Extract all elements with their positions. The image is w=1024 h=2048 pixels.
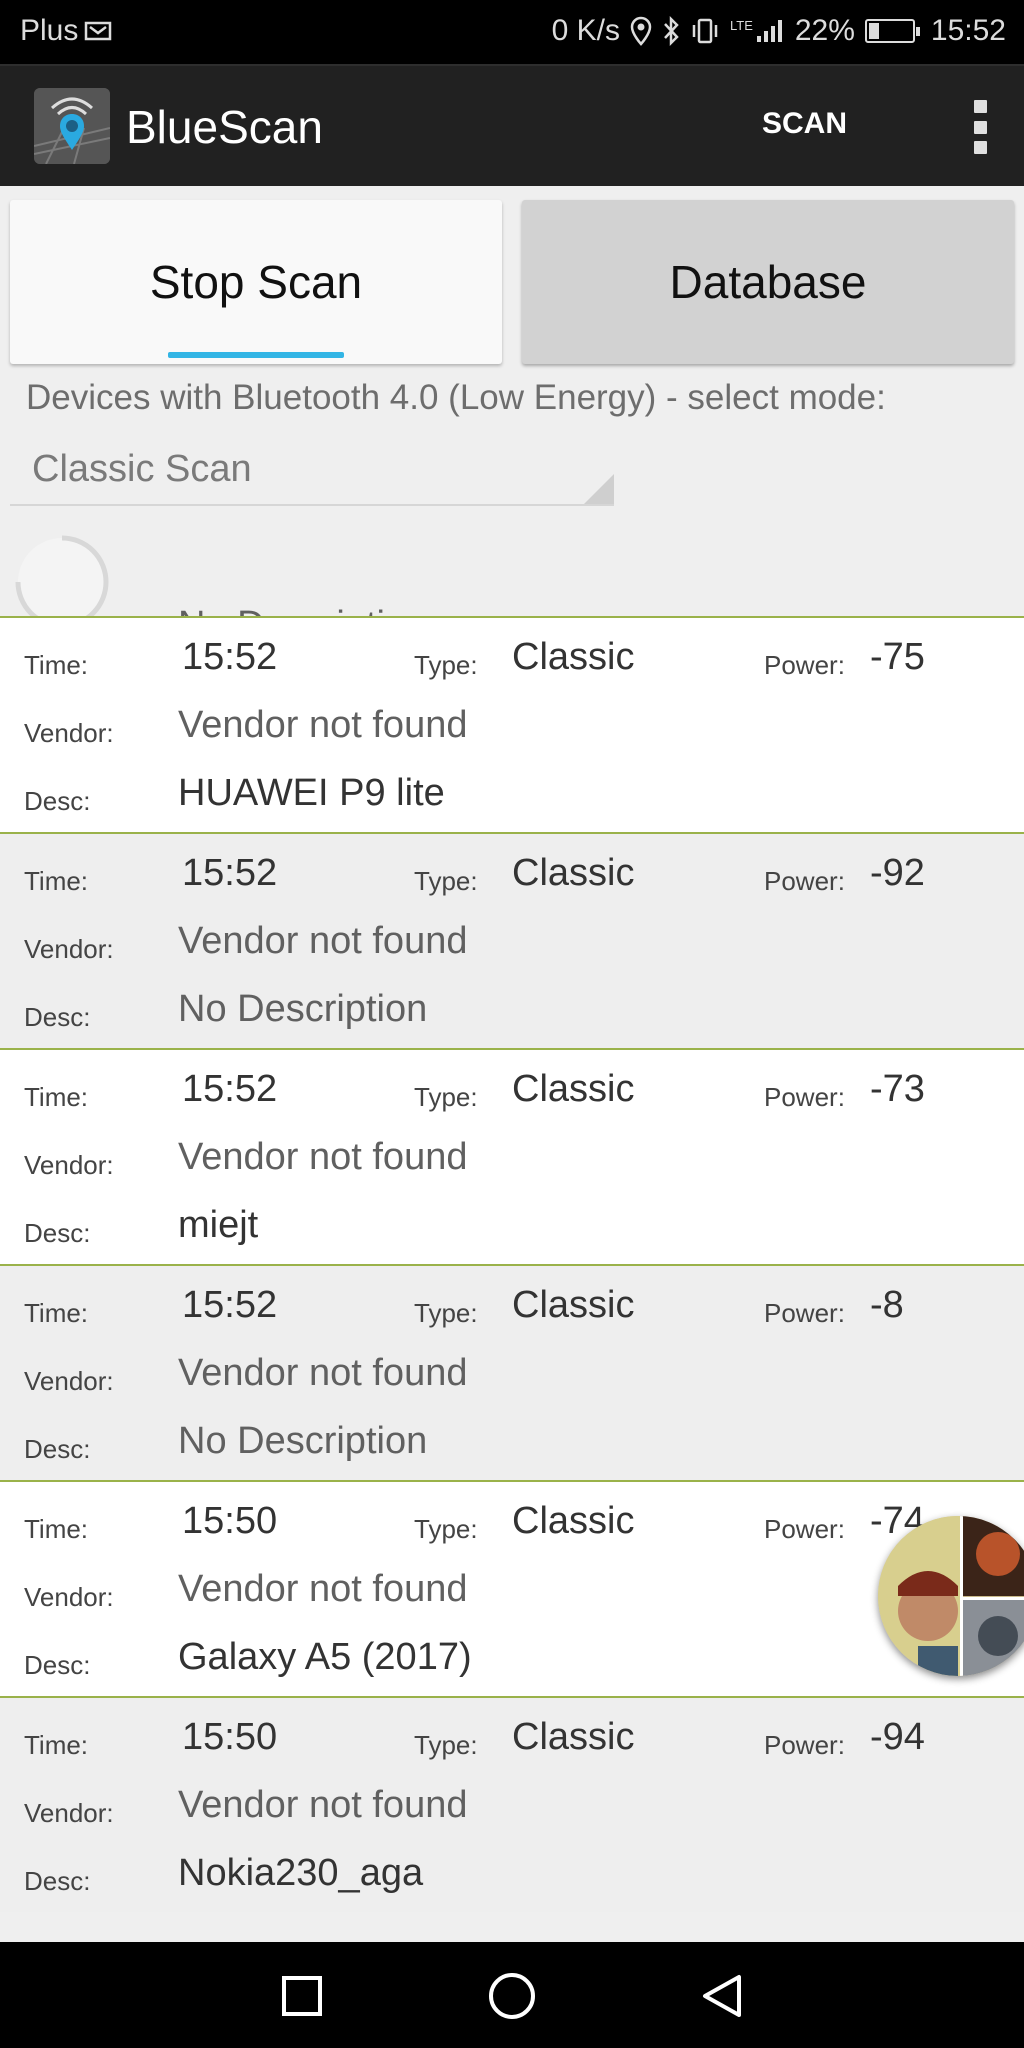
time-label: Time: bbox=[24, 1514, 89, 1544]
stop-scan-button[interactable]: Stop Scan bbox=[10, 200, 502, 364]
desc-value: No Description bbox=[178, 1420, 428, 1462]
vendor-value: Vendor not found bbox=[178, 1136, 468, 1178]
power-label: Power: bbox=[764, 866, 845, 896]
type-label: Type: bbox=[414, 1514, 478, 1544]
main-content: Stop Scan Database Devices with Bluetoot… bbox=[0, 186, 1024, 1942]
navigation-bar bbox=[0, 1942, 1024, 2048]
device-list: Time: 15:52 Type: Classic Power: -75 Ven… bbox=[0, 616, 1024, 1912]
vendor-value: Vendor not found bbox=[178, 920, 468, 962]
carrier-label: Plus bbox=[20, 14, 79, 47]
desc-value: miejt bbox=[178, 1204, 259, 1246]
power-value: -92 bbox=[870, 852, 925, 894]
time-label: Time: bbox=[24, 1298, 89, 1328]
type-label: Type: bbox=[414, 1730, 478, 1760]
time-label: Time: bbox=[24, 1082, 89, 1112]
dropdown-arrow-icon bbox=[584, 474, 614, 504]
power-label: Power: bbox=[764, 1082, 845, 1112]
type-value: Classic bbox=[512, 1716, 635, 1758]
scan-mode-value: Classic Scan bbox=[32, 448, 252, 490]
scan-mode-select[interactable]: Classic Scan bbox=[10, 436, 614, 506]
stop-scan-label: Stop Scan bbox=[149, 256, 363, 308]
device-row[interactable]: Time: 15:50 Type: Classic Power: -74 Ven… bbox=[0, 1480, 1024, 1696]
vendor-value: Vendor not found bbox=[178, 704, 468, 746]
network-type: LTE bbox=[729, 18, 753, 33]
type-value: Classic bbox=[512, 636, 635, 678]
active-tab-indicator bbox=[168, 352, 344, 358]
type-label: Type: bbox=[414, 1298, 478, 1328]
desc-value: HUAWEI P9 lite bbox=[178, 772, 445, 814]
desc-value: No Description bbox=[178, 988, 428, 1030]
time-value: 15:50 bbox=[182, 1716, 278, 1758]
database-label: Database bbox=[669, 256, 867, 308]
time-value: 15:52 bbox=[182, 852, 278, 894]
device-row[interactable]: Time: 15:52 Type: Classic Power: -8 Vend… bbox=[0, 1264, 1024, 1480]
desc-label: Desc: bbox=[24, 1650, 91, 1680]
home-icon[interactable] bbox=[480, 1964, 544, 2028]
desc-label: Desc: bbox=[24, 786, 91, 816]
vendor-label: Vendor: bbox=[24, 1366, 114, 1396]
vendor-value: Vendor not found bbox=[178, 1568, 468, 1610]
vendor-label: Vendor: bbox=[24, 718, 114, 748]
vendor-label: Vendor: bbox=[24, 1798, 114, 1828]
power-label: Power: bbox=[764, 1298, 845, 1328]
mode-label: Devices with Bluetooth 4.0 (Low Energy) … bbox=[26, 378, 886, 417]
time-value: 15:50 bbox=[182, 1500, 278, 1542]
database-button[interactable]: Database bbox=[522, 200, 1014, 364]
vendor-value: Vendor not found bbox=[178, 1352, 468, 1394]
vendor-label: Vendor: bbox=[24, 934, 114, 964]
back-icon[interactable] bbox=[690, 1964, 754, 2028]
location-icon bbox=[630, 16, 652, 46]
signal-icon: LTE bbox=[730, 18, 785, 44]
battery-icon bbox=[864, 19, 920, 43]
desc-label: Desc: bbox=[24, 1218, 91, 1248]
power-value: -94 bbox=[870, 1716, 925, 1758]
power-label: Power: bbox=[764, 1730, 845, 1760]
status-bar: Plus 0 K/s LTE 22% 15:52 bbox=[0, 0, 1024, 64]
power-value: -8 bbox=[870, 1284, 904, 1326]
desc-value: Galaxy A5 (2017) bbox=[178, 1636, 472, 1678]
device-row[interactable]: Time: 15:52 Type: Classic Power: -75 Ven… bbox=[0, 616, 1024, 832]
bluetooth-icon bbox=[662, 16, 680, 46]
time-value: 15:52 bbox=[182, 636, 278, 678]
time-label: Time: bbox=[24, 650, 89, 680]
vibrate-icon bbox=[690, 17, 720, 45]
type-value: Classic bbox=[512, 1284, 635, 1326]
device-row[interactable]: Time: 15:52 Type: Classic Power: -92 Ven… bbox=[0, 832, 1024, 1048]
overflow-menu-icon[interactable] bbox=[972, 100, 988, 154]
notification-icon bbox=[84, 19, 114, 43]
device-row[interactable]: Time: 15:52 Type: Classic Power: -73 Ven… bbox=[0, 1048, 1024, 1264]
power-label: Power: bbox=[764, 1514, 845, 1544]
power-value: -73 bbox=[870, 1068, 925, 1110]
type-label: Type: bbox=[414, 1082, 478, 1112]
chat-head-bubble[interactable] bbox=[878, 1516, 1024, 1676]
app-bar: BlueScan SCAN bbox=[0, 64, 1024, 186]
clock: 15:52 bbox=[930, 14, 1006, 47]
battery-percent: 22% bbox=[794, 14, 855, 47]
type-value: Classic bbox=[512, 1500, 635, 1542]
vendor-label: Vendor: bbox=[24, 1150, 114, 1180]
time-value: 15:52 bbox=[182, 1068, 278, 1110]
desc-label: Desc: bbox=[24, 1002, 91, 1032]
power-label: Power: bbox=[764, 650, 845, 680]
power-value: -75 bbox=[870, 636, 925, 678]
net-speed: 0 K/s bbox=[551, 14, 620, 47]
app-title: BlueScan bbox=[126, 101, 323, 153]
type-label: Type: bbox=[414, 866, 478, 896]
time-label: Time: bbox=[24, 866, 89, 896]
type-value: Classic bbox=[512, 1068, 635, 1110]
desc-label: Desc: bbox=[24, 1866, 91, 1896]
time-value: 15:52 bbox=[182, 1284, 278, 1326]
device-row[interactable]: Time: 15:50 Type: Classic Power: -94 Ven… bbox=[0, 1696, 1024, 1912]
desc-label: Desc: bbox=[24, 1434, 91, 1464]
type-label: Type: bbox=[414, 650, 478, 680]
vendor-label: Vendor: bbox=[24, 1582, 114, 1612]
bluescan-app-icon[interactable] bbox=[34, 88, 110, 164]
desc-value: Nokia230_aga bbox=[178, 1852, 424, 1894]
type-value: Classic bbox=[512, 852, 635, 894]
time-label: Time: bbox=[24, 1730, 89, 1760]
vendor-value: Vendor not found bbox=[178, 1784, 468, 1826]
recents-icon[interactable] bbox=[270, 1964, 334, 2028]
scan-button[interactable]: SCAN bbox=[740, 94, 869, 154]
